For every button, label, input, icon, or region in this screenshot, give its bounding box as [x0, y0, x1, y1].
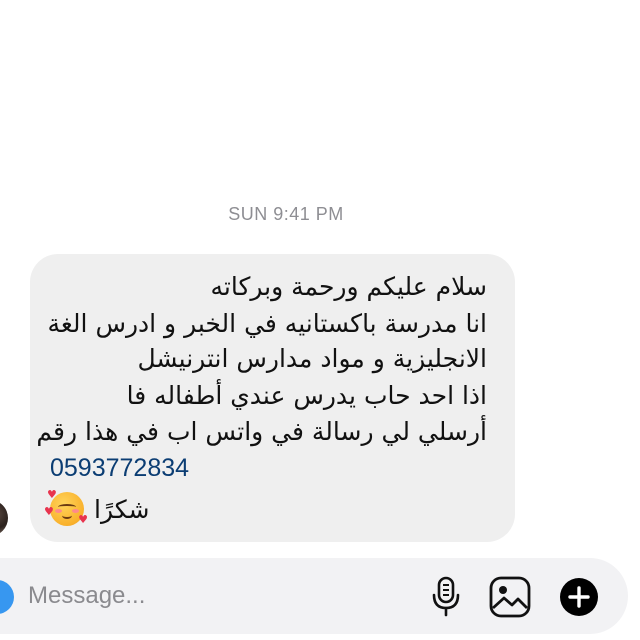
sender-avatar[interactable] — [0, 500, 8, 536]
thanks-text: شكرًا — [94, 494, 150, 524]
add-button[interactable] — [557, 575, 601, 619]
message-line: انا مدرسة باكستانيه في الخبر و ادرس الغة — [47, 309, 487, 338]
message-input[interactable] — [28, 576, 408, 616]
gallery-button[interactable] — [488, 575, 532, 619]
smiling-face-with-hearts-icon: ♥ ♥ ♥ — [44, 488, 88, 526]
phone-number-link[interactable]: 0593772834 — [50, 454, 189, 483]
message-timestamp: SUN 9:41 PM — [228, 204, 344, 224]
plus-circle-icon — [560, 578, 598, 616]
message-line: اذا احد حاب يدرس عندي أطفاله فا — [126, 381, 487, 410]
microphone-button[interactable] — [424, 575, 468, 619]
received-message-bubble[interactable]: سلام عليكم ورحمة وبركاته انا مدرسة باكست… — [30, 254, 515, 542]
chat-screen: SUN 9:41 PM سلام عليكم ورحمة وبركاته انا… — [0, 0, 640, 640]
message-line: الانجليزية و مواد مدارس انترنيشل — [137, 344, 487, 373]
image-icon — [489, 576, 531, 618]
message-line: أرسلي لي رسالة في واتس اب في هذا رقم — [36, 417, 487, 446]
microphone-icon — [432, 576, 460, 617]
thanks-row: ♥ ♥ ♥ شكرًا — [44, 488, 150, 526]
message-line: سلام عليكم ورحمة وبركاته — [210, 272, 487, 301]
